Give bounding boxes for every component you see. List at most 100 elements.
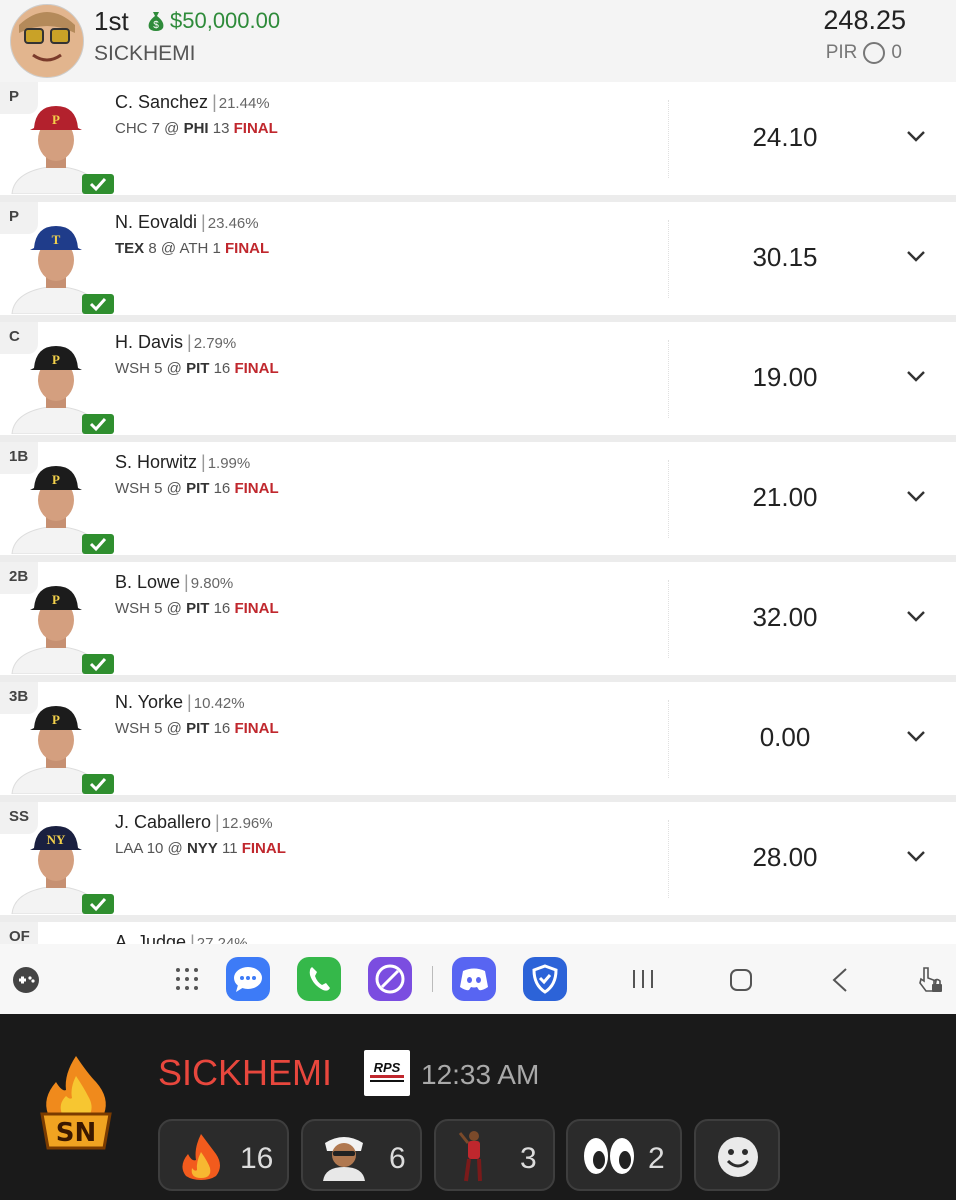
confirmed-check-icon bbox=[82, 894, 114, 914]
game-info: CHC 7 @ PHI 13 FINAL bbox=[115, 120, 278, 137]
away-score: 5 bbox=[154, 600, 163, 617]
player-row[interactable]: OF A. Judge | 27.24% bbox=[0, 922, 956, 944]
player-points: 19.00 bbox=[752, 362, 818, 392]
gamepad-icon[interactable] bbox=[12, 966, 40, 994]
discord-username[interactable]: SICKHEMI bbox=[158, 1052, 332, 1094]
player-name-line: C. Sanchez | 21.44% bbox=[115, 92, 270, 113]
reaction-count: 3 bbox=[520, 1142, 537, 1175]
chevron-down-icon[interactable] bbox=[905, 129, 927, 143]
home-button[interactable] bbox=[729, 968, 753, 992]
game-status: FINAL bbox=[225, 240, 270, 257]
eyes-emoji-icon bbox=[584, 1138, 634, 1174]
player-name[interactable]: A. Judge bbox=[115, 932, 186, 944]
svg-text:T: T bbox=[52, 232, 61, 247]
ownership-pct: 10.42% bbox=[193, 695, 245, 712]
player-name[interactable]: H. Davis bbox=[115, 332, 183, 352]
game-status: FINAL bbox=[234, 720, 279, 737]
home-team: PIT bbox=[186, 360, 210, 377]
player-points: 24.10 bbox=[752, 122, 818, 152]
game-status: FINAL bbox=[241, 840, 286, 857]
svg-text:P: P bbox=[52, 352, 60, 367]
player-name-line: J. Caballero | 12.96% bbox=[115, 812, 273, 833]
home-team: NYY bbox=[186, 840, 218, 857]
security-app-icon[interactable] bbox=[523, 957, 567, 1001]
chevron-down-icon[interactable] bbox=[905, 249, 927, 263]
money-bag-icon: $ bbox=[148, 12, 164, 31]
user-avatar[interactable] bbox=[10, 4, 84, 78]
player-row[interactable]: 3B P N. Yorke | 10.42% WSH 5 @ PIT 16 FINAL 0.… bbox=[0, 682, 956, 795]
game-info: WSH 5 @ PIT 16 FINAL bbox=[115, 480, 279, 497]
game-info: WSH 5 @ PIT 16 FINAL bbox=[115, 360, 279, 377]
player-points: 32.00 bbox=[752, 602, 818, 632]
chevron-down-icon[interactable] bbox=[905, 849, 927, 863]
game-status: FINAL bbox=[234, 360, 279, 377]
add-reaction-button[interactable] bbox=[694, 1119, 780, 1191]
prize-text: $50,000.00 bbox=[170, 8, 281, 33]
confirmed-check-icon bbox=[82, 414, 114, 434]
row-divider bbox=[668, 460, 669, 538]
sn-server-logo[interactable]: SN bbox=[38, 1052, 114, 1152]
reaction-eyes[interactable]: 2 bbox=[566, 1119, 682, 1191]
away-team: CHC bbox=[115, 120, 148, 137]
discord-app-icon[interactable] bbox=[452, 957, 496, 1001]
player-name[interactable]: C. Sanchez bbox=[115, 92, 208, 112]
chevron-down-icon[interactable] bbox=[905, 609, 927, 623]
svg-text:P: P bbox=[52, 712, 60, 727]
player-name-line: A. Judge | 27.24% bbox=[115, 932, 248, 944]
username: SICKHEMI bbox=[94, 42, 196, 65]
player-name[interactable]: B. Lowe bbox=[115, 572, 180, 592]
row-divider bbox=[668, 820, 669, 898]
player-row[interactable]: SS NY J. Caballero | 12.96% LAA 10 @ NYY 11 F… bbox=[0, 802, 956, 915]
player-name[interactable]: S. Horwitz bbox=[115, 452, 197, 472]
player-row[interactable]: 2B P B. Lowe | 9.80% WSH 5 @ PIT 16 FINAL 32.0… bbox=[0, 562, 956, 675]
player-row[interactable]: 1B P S. Horwitz | 1.99% WSH 5 @ PIT 16 FINAL 2… bbox=[0, 442, 956, 555]
player-name[interactable]: N. Yorke bbox=[115, 692, 183, 712]
player-name-line: N. Yorke | 10.42% bbox=[115, 692, 245, 713]
apps-grid-icon[interactable] bbox=[174, 966, 200, 992]
row-divider bbox=[668, 100, 669, 178]
game-status: FINAL bbox=[233, 120, 278, 137]
custom-person-emoji-icon bbox=[323, 1137, 365, 1181]
player-name[interactable]: J. Caballero bbox=[115, 812, 211, 832]
away-team: WSH bbox=[115, 360, 150, 377]
phone-app-icon[interactable] bbox=[297, 957, 341, 1001]
touch-lock-icon[interactable] bbox=[916, 965, 944, 995]
ownership-pct: 9.80% bbox=[190, 575, 234, 592]
pir-value: 0 bbox=[891, 42, 902, 63]
home-team: PIT bbox=[186, 600, 210, 617]
taskbar-divider bbox=[432, 966, 433, 992]
separator: | bbox=[201, 212, 206, 232]
back-button[interactable] bbox=[830, 967, 850, 993]
player-name[interactable]: N. Eovaldi bbox=[115, 212, 197, 232]
chevron-down-icon[interactable] bbox=[905, 729, 927, 743]
reaction-dancer[interactable]: 3 bbox=[434, 1119, 555, 1191]
reaction-fire[interactable]: 16 bbox=[158, 1119, 289, 1191]
svg-text:$: $ bbox=[153, 20, 159, 31]
messages-app-icon[interactable] bbox=[226, 957, 270, 1001]
chevron-down-icon[interactable] bbox=[905, 369, 927, 383]
separator: | bbox=[190, 932, 195, 944]
away-team: WSH bbox=[115, 720, 150, 737]
home-score: 1 bbox=[212, 240, 221, 257]
player-row[interactable]: P T N. Eovaldi | 23.46% TEX 8 @ ATH 1 FINAL 30… bbox=[0, 202, 956, 315]
prize-amount: $ $50,000.00 bbox=[146, 8, 280, 34]
player-row[interactable]: P P C. Sanchez | 21.44% CHC 7 @ PHI 13 FINAL 2… bbox=[0, 82, 956, 195]
player-points: 28.00 bbox=[752, 842, 818, 872]
reaction-count: 6 bbox=[389, 1142, 406, 1175]
away-score: 8 bbox=[148, 240, 157, 257]
svg-text:SN: SN bbox=[56, 1118, 97, 1148]
add-reaction-smiley-icon bbox=[718, 1137, 758, 1177]
confirmed-check-icon bbox=[82, 774, 114, 794]
home-score: 13 bbox=[212, 120, 230, 137]
game-info: WSH 5 @ PIT 16 FINAL bbox=[115, 720, 279, 737]
reaction-person[interactable]: 6 bbox=[301, 1119, 422, 1191]
browser-app-icon[interactable] bbox=[368, 957, 412, 1001]
separator: | bbox=[201, 452, 206, 472]
home-score: 11 bbox=[221, 840, 238, 857]
row-divider bbox=[668, 700, 669, 778]
recents-button[interactable] bbox=[630, 968, 656, 990]
player-row[interactable]: C P H. Davis | 2.79% WSH 5 @ PIT 16 FINAL 19.0… bbox=[0, 322, 956, 435]
confirmed-check-icon bbox=[82, 174, 114, 194]
user-rank: 1st bbox=[94, 6, 129, 36]
chevron-down-icon[interactable] bbox=[905, 489, 927, 503]
